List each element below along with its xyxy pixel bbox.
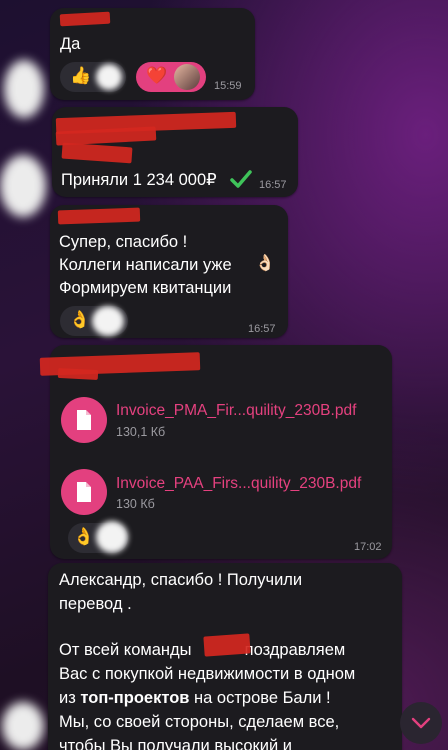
file-name[interactable]: Invoice_PMA_Fir...quility_230B.pdf [116, 402, 356, 420]
message-bubble[interactable]: Invoice_PMA_Fir...quility_230B.pdf 130,1… [39, 345, 392, 559]
chevron-down-icon [411, 717, 431, 729]
message-line: От всей команды поздравляем [59, 639, 345, 662]
reactor-avatar [92, 306, 124, 336]
redacted-text [57, 367, 99, 381]
heart-icon: ❤️ [146, 66, 168, 85]
message-bubble[interactable]: Александр, спасибо ! Получили перевод . … [48, 563, 402, 750]
reaction-thumbs-up[interactable]: 👍 [60, 62, 126, 92]
reactor-avatar [174, 64, 200, 90]
reactor-avatar [96, 521, 128, 553]
sender-avatar[interactable] [4, 60, 44, 118]
message-text: Приняли 1 234 000₽ [61, 171, 217, 189]
message-text: Да [60, 35, 81, 53]
thumbs-up-icon: 👍 [70, 66, 92, 85]
file-name[interactable]: Invoice_PAA_Firs...quility_230B.pdf [116, 475, 361, 493]
message-time: 16:57 [248, 323, 276, 335]
message-bubble[interactable]: Супер, спасибо ! Коллеги написали уже 👌🏻… [50, 205, 288, 338]
reactor-avatar [96, 64, 122, 90]
message-time: 17:02 [354, 541, 382, 553]
sender-avatar[interactable] [2, 702, 44, 750]
sender-avatar[interactable] [0, 155, 46, 217]
ok-hand-icon: 👌 [69, 310, 91, 329]
message-time: 15:59 [214, 80, 242, 92]
redacted-name [59, 11, 111, 27]
redacted-text [203, 633, 251, 657]
message-bold-fragment: топ-проектов [80, 689, 190, 707]
message-line: Супер, спасибо ! [59, 233, 188, 251]
reaction-ok-hand[interactable]: 👌 [68, 521, 128, 553]
message-bubble[interactable]: Приняли 1 234 000₽ 16:57 [52, 107, 298, 197]
message-line: Формируем квитанции [59, 279, 232, 297]
message-bubble[interactable]: Да 👍 ❤️ 15:59 [50, 8, 255, 100]
message-line: Коллеги написали уже [59, 256, 232, 274]
file-size: 130 Кб [116, 497, 155, 511]
document-icon [77, 482, 91, 502]
message-line: из топ-проектов на острове Бали ! [59, 687, 331, 710]
checkmark-icon [230, 170, 252, 188]
ok-hand-icon: 👌 [73, 527, 95, 546]
document-icon [77, 410, 91, 430]
message-fragment: поздравляем [244, 641, 346, 659]
message-fragment: на острове Бали ! [194, 689, 331, 707]
message-line: чтобы Вы получали высокий и [59, 737, 293, 750]
message-line: Александр, спасибо ! Получили [59, 571, 303, 589]
file-size: 130,1 Кб [116, 425, 166, 439]
reaction-ok-hand[interactable]: 👌 [60, 306, 128, 336]
redacted-name [57, 207, 141, 225]
file-attachment-button[interactable] [61, 397, 107, 443]
message-line: Вас с покупкой недвижимости в одном [59, 665, 356, 683]
message-line: перевод . [59, 595, 132, 613]
message-time: 16:57 [259, 179, 287, 191]
message-fragment: От всей команды [59, 641, 192, 659]
file-attachment-button[interactable] [61, 469, 107, 515]
message-line: Мы, со своей стороны, сделаем все, [59, 713, 340, 731]
redacted-text [61, 142, 133, 164]
ok-hand-icon: 👌🏻 [255, 255, 275, 272]
message-fragment: из [59, 689, 76, 707]
reaction-heart[interactable]: ❤️ [136, 62, 206, 92]
scroll-to-bottom-button[interactable] [400, 702, 442, 744]
